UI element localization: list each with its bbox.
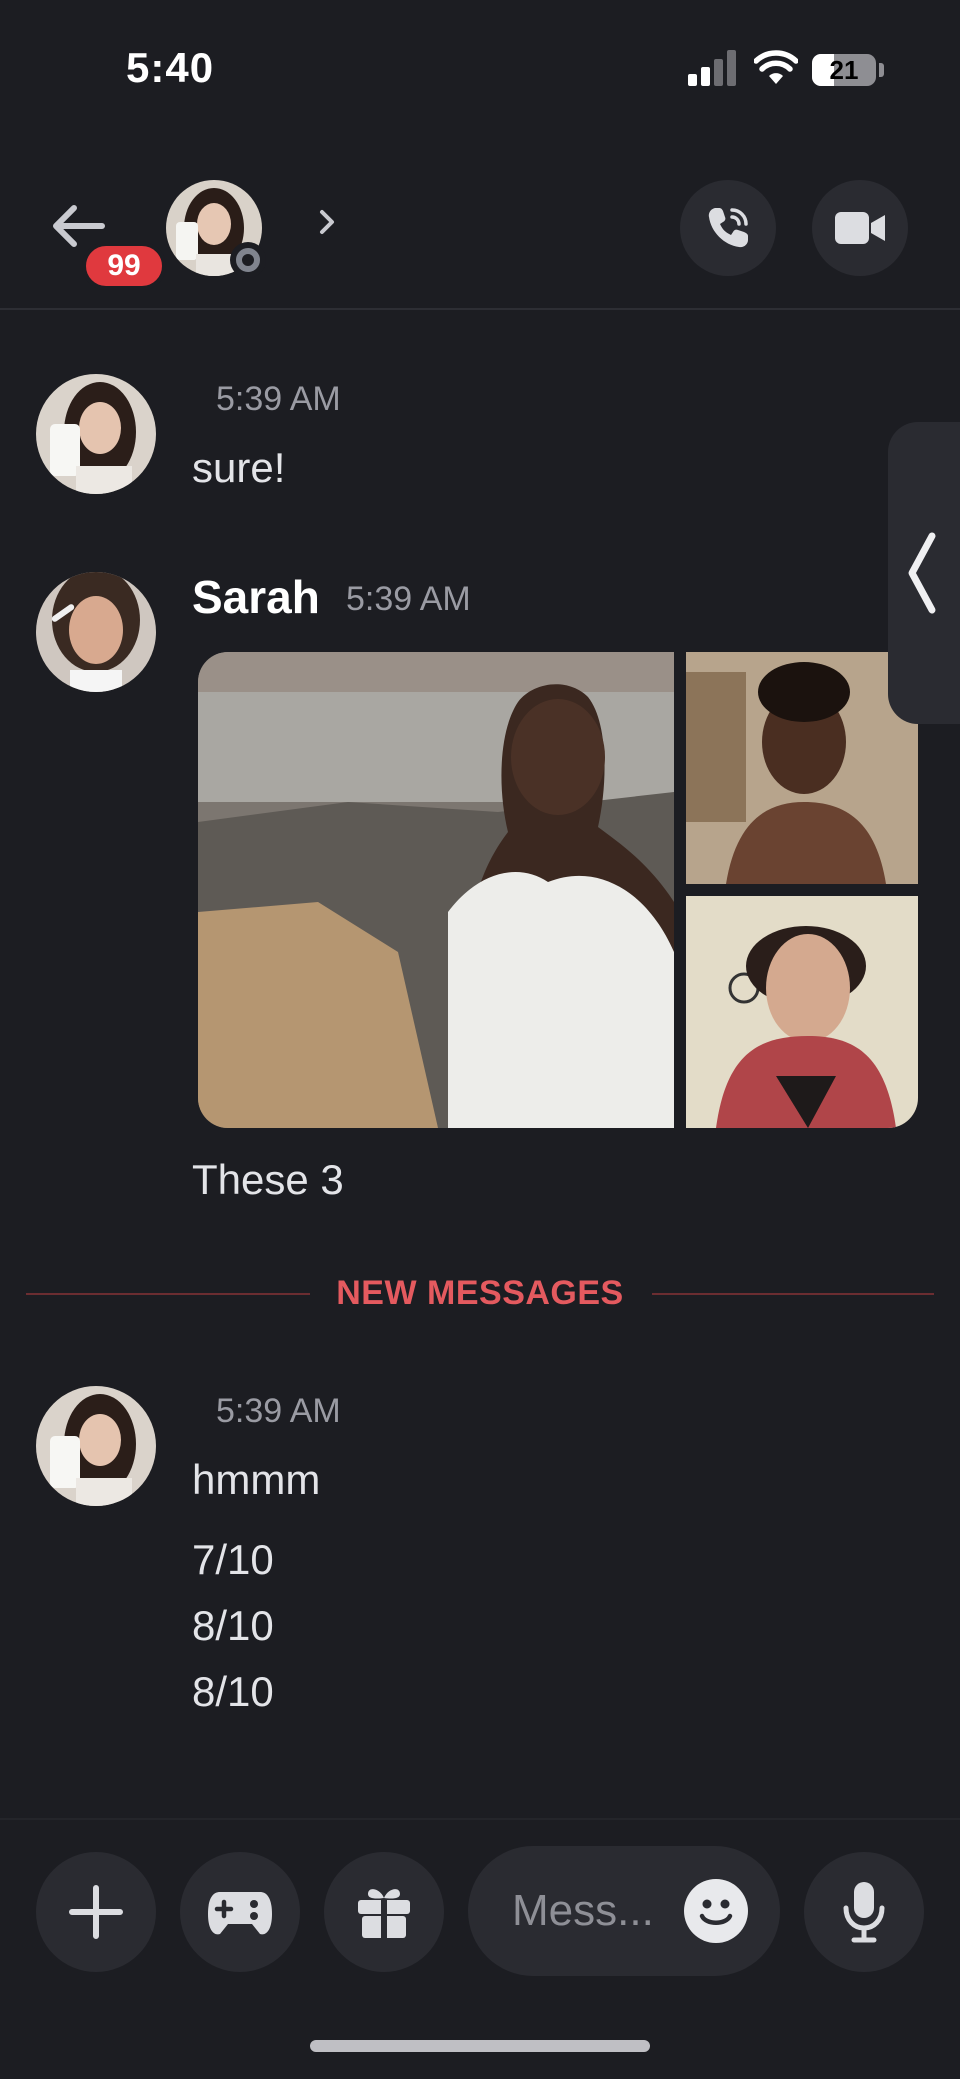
chevron-left-icon — [908, 532, 936, 614]
status-time: 5:40 — [126, 44, 215, 91]
side-panel-handle[interactable] — [888, 422, 960, 724]
home-indicator — [310, 2040, 650, 2052]
message-timestamp: 5:39 AM — [216, 380, 341, 418]
battery-icon: 21 — [812, 54, 876, 86]
battery-tip — [879, 63, 884, 77]
activities-button[interactable] — [180, 1852, 300, 1972]
message-input[interactable] — [512, 1846, 688, 1976]
gift-icon — [358, 1889, 410, 1938]
sender-avatar[interactable] — [36, 374, 156, 494]
voice-message-button[interactable] — [804, 1852, 924, 1972]
battery-level: 21 — [829, 55, 859, 85]
message-text[interactable]: 8/10 — [192, 1668, 274, 1716]
voice-call-button[interactable] — [680, 180, 776, 276]
microphone-icon — [843, 1882, 885, 1943]
plus-icon — [69, 1885, 123, 1939]
divider-line-right — [652, 1293, 934, 1295]
gift-button[interactable] — [324, 1852, 444, 1972]
chat-header: 99 — [0, 140, 960, 310]
message-text[interactable]: 8/10 — [192, 1602, 274, 1650]
add-attachment-button[interactable] — [36, 1852, 156, 1972]
video-call-button[interactable] — [812, 180, 908, 276]
sender-avatar[interactable] — [36, 1386, 156, 1506]
unread-badge: 99 — [82, 242, 166, 290]
video-camera-icon — [835, 212, 885, 244]
gamepad-icon — [208, 1892, 272, 1935]
message-input-container — [468, 1846, 780, 1976]
message-text[interactable]: sure! — [192, 444, 285, 492]
message-text[interactable]: hmmm — [192, 1456, 320, 1504]
message-timestamp: 5:39 AM — [346, 580, 471, 618]
sarah-avatar[interactable] — [36, 572, 156, 692]
divider-line-left — [26, 1293, 310, 1295]
message-author[interactable]: Sarah — [192, 570, 320, 624]
message-text[interactable]: 7/10 — [192, 1536, 274, 1584]
chevron-right-icon[interactable] — [318, 204, 338, 240]
attachment-image[interactable] — [686, 896, 918, 1128]
phone-icon — [708, 208, 748, 248]
message-timestamp: 5:39 AM — [216, 1392, 341, 1430]
attachment-image[interactable] — [198, 652, 674, 1128]
emoji-button[interactable] — [684, 1879, 748, 1943]
offline-status-icon — [230, 242, 266, 278]
new-messages-divider: NEW MESSAGES — [336, 1274, 624, 1312]
signal-icon — [688, 50, 738, 86]
status-bar: 5:40 21 — [0, 0, 960, 140]
smiley-icon — [699, 1899, 733, 1925]
wifi-icon — [754, 50, 798, 84]
attachment-image[interactable] — [686, 652, 918, 884]
image-caption[interactable]: These 3 — [192, 1156, 344, 1204]
